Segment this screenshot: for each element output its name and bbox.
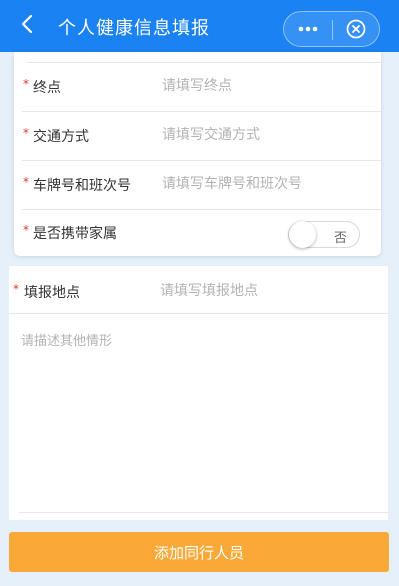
location-input[interactable] <box>160 276 375 306</box>
required-mark: * <box>23 175 29 189</box>
page-title: 个人健康信息填报 <box>58 18 210 39</box>
plate-number-input[interactable] <box>162 169 367 199</box>
destination-label: 终点 <box>33 80 61 96</box>
required-mark: * <box>23 223 29 237</box>
close-button[interactable] <box>333 12 380 46</box>
transport-label: 交通方式 <box>33 129 89 145</box>
location-row: * 填报地点 <box>9 266 388 314</box>
destination-input[interactable] <box>162 71 367 101</box>
family-toggle[interactable]: 否 <box>288 221 360 248</box>
toggle-knob <box>289 221 316 248</box>
more-dots-icon <box>298 26 318 32</box>
family-label: 是否携带家属 <box>33 226 117 242</box>
toggle-state-text: 否 <box>333 231 347 246</box>
add-companion-button[interactable]: 添加同行人员 <box>9 532 389 572</box>
title-bar: 个人健康信息填报 <box>0 0 399 52</box>
travel-info-card: * 终点 * 交通方式 * 车牌号和班次号 * 是否携带家属 否 <box>14 52 381 256</box>
plate-number-row: * 车牌号和班次号 <box>14 161 381 210</box>
plate-number-label: 车牌号和班次号 <box>33 178 131 194</box>
required-mark: * <box>23 126 29 140</box>
divider <box>9 313 388 314</box>
back-button[interactable] <box>14 10 42 38</box>
destination-row: * 终点 <box>14 63 381 112</box>
location-label: 填报地点 <box>24 285 80 301</box>
description-textarea[interactable] <box>21 330 376 508</box>
health-report-page: 个人健康信息填报 * 终点 请填写终点 * 交通方式 请填写交通方式 * 车牌号… <box>0 0 399 586</box>
chevron-left-icon <box>21 14 33 34</box>
transport-input[interactable] <box>162 120 367 150</box>
report-section: * 填报地点 <box>9 266 388 520</box>
required-mark: * <box>13 282 19 296</box>
more-button[interactable] <box>284 12 332 46</box>
mini-program-capsule <box>283 11 380 47</box>
transport-row: * 交通方式 <box>14 112 381 161</box>
family-row: * 是否携带家属 否 <box>14 209 381 258</box>
close-circle-icon <box>346 19 366 39</box>
required-mark: * <box>23 77 29 91</box>
divider <box>19 512 388 513</box>
